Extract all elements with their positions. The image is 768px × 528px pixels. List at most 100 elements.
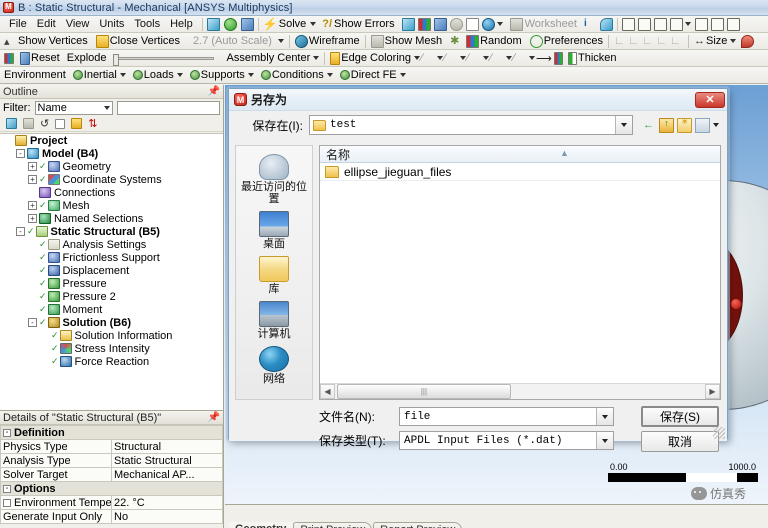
place-item-desktop[interactable]: 桌面 bbox=[236, 209, 312, 252]
details-value[interactable]: Structural bbox=[111, 439, 223, 454]
details-row[interactable]: Generate Input Only No bbox=[0, 509, 223, 524]
chart-globe-icon[interactable] bbox=[481, 17, 495, 31]
tree-item-static-structural-b5[interactable]: - ✓ Static Structural (B5) bbox=[0, 225, 223, 238]
details-group-collapse-icon[interactable]: - bbox=[3, 484, 11, 493]
chevron-down-icon-filetype[interactable] bbox=[596, 432, 613, 449]
preferences-label[interactable]: Preferences bbox=[544, 35, 603, 47]
edge-thin-4-icon[interactable]: ∕ bbox=[490, 52, 503, 65]
sort-icon[interactable]: ⇅ bbox=[88, 117, 97, 130]
up-folder-icon[interactable] bbox=[659, 117, 674, 133]
refresh-tree-icon[interactable] bbox=[6, 118, 17, 129]
random-label[interactable]: Random bbox=[480, 35, 522, 47]
outline-tree[interactable]: Project - Model (B4) + ✓ Geometry + ✓ Coordinate… bbox=[0, 133, 223, 410]
annotation-icon[interactable] bbox=[465, 17, 479, 31]
details-value[interactable]: Static Structural bbox=[111, 453, 223, 468]
assembly-icon[interactable] bbox=[4, 52, 14, 64]
filter-input[interactable] bbox=[116, 100, 220, 115]
filename-input[interactable]: file bbox=[399, 407, 614, 426]
connect-nodes-icon[interactable] bbox=[240, 17, 254, 31]
explode-slider[interactable] bbox=[112, 53, 214, 66]
collapse-all-icon[interactable] bbox=[71, 118, 83, 129]
details-row[interactable]: Analysis Type Static Structural bbox=[0, 453, 223, 468]
chevron-down-icon[interactable] bbox=[310, 22, 317, 26]
annotation-4-icon[interactable]: ∟ bbox=[656, 35, 669, 48]
close-icon[interactable]: ✕ bbox=[695, 91, 725, 108]
chevron-down-icon-assembly[interactable] bbox=[313, 56, 320, 60]
tree-item-analysis-settings[interactable]: ✓ Analysis Settings bbox=[0, 238, 223, 251]
dialog-places-bar[interactable]: 最近访问的位置 桌面库计算机 网络 bbox=[235, 145, 313, 400]
info-pointer-icon[interactable]: i bbox=[584, 18, 597, 31]
thicken-label[interactable]: Thicken bbox=[578, 52, 617, 64]
chart-icon[interactable] bbox=[417, 17, 431, 31]
tree-item-connections[interactable]: Connections bbox=[0, 186, 223, 199]
inertial-label[interactable]: Inertial bbox=[84, 69, 117, 81]
tree-item-geometry[interactable]: + ✓ Geometry bbox=[0, 160, 223, 173]
arrow-direction-icon[interactable]: ⟶ bbox=[536, 52, 552, 65]
solve-button[interactable]: Solve bbox=[276, 16, 320, 32]
edge-thin-2-icon[interactable]: ∕ bbox=[444, 52, 457, 65]
details-group-row[interactable]: - Definition bbox=[0, 425, 223, 440]
chevron-down-icon-e2[interactable] bbox=[460, 56, 466, 60]
place-item-recent-places[interactable]: 最近访问的位置 bbox=[236, 152, 312, 207]
tree-item-force-reaction[interactable]: ✓ Force Reaction bbox=[0, 355, 223, 368]
chevron-down-icon-loads[interactable] bbox=[176, 73, 183, 77]
details-row[interactable]: Physics Type Structural bbox=[0, 439, 223, 454]
check-ok-icon[interactable] bbox=[223, 17, 237, 31]
chevron-down-icon-inertial[interactable] bbox=[119, 73, 126, 77]
menu-units[interactable]: Units bbox=[94, 16, 129, 32]
chevron-down-icon-e4[interactable] bbox=[506, 56, 512, 60]
viewport-tab-geometry[interactable]: Geometry bbox=[229, 522, 293, 528]
chevron-down-icon-filename[interactable] bbox=[596, 408, 613, 425]
tree-expander[interactable]: + bbox=[28, 214, 37, 223]
select-body-icon[interactable] bbox=[669, 17, 683, 31]
select-face-icon[interactable] bbox=[653, 17, 667, 31]
details-value[interactable]: Mechanical AP... bbox=[111, 467, 223, 482]
filetype-select[interactable]: APDL Input Files (*.dat) bbox=[399, 431, 614, 450]
details-value[interactable]: 22. °C bbox=[111, 495, 223, 510]
menu-tools[interactable]: Tools bbox=[129, 16, 165, 32]
tree-item-pressure[interactable]: ✓ Pressure bbox=[0, 277, 223, 290]
details-checkbox[interactable] bbox=[3, 498, 11, 507]
conditions-label[interactable]: Conditions bbox=[272, 69, 324, 81]
chevron-down-icon-view[interactable] bbox=[713, 123, 719, 127]
chevron-down-icon-scale[interactable] bbox=[277, 39, 284, 43]
menu-file[interactable]: File bbox=[4, 16, 32, 32]
tree-expander[interactable]: - bbox=[16, 149, 25, 158]
direct-fe-label[interactable]: Direct FE bbox=[351, 69, 397, 81]
menu-help[interactable]: Help bbox=[165, 16, 198, 32]
cancel-button[interactable]: 取消 bbox=[641, 431, 719, 452]
pin-marker-icon[interactable] bbox=[741, 34, 755, 48]
tree-item-moment[interactable]: ✓ Moment bbox=[0, 303, 223, 316]
tree-item-solution-information[interactable]: ✓ Solution Information bbox=[0, 329, 223, 342]
chevron-down-icon-supports[interactable] bbox=[247, 73, 254, 77]
tree-expander[interactable]: + bbox=[28, 201, 37, 210]
file-list-header[interactable]: 名称 ▲ bbox=[320, 146, 720, 163]
show-mesh-label[interactable]: Show Mesh bbox=[385, 35, 442, 47]
annotation-3-icon[interactable]: ∟ bbox=[642, 35, 655, 48]
tree-item-solution-b6[interactable]: - ✓ Solution (B6) bbox=[0, 316, 223, 329]
new-folder-icon[interactable] bbox=[677, 116, 692, 133]
show-errors-button[interactable]: ?/ Show Errors bbox=[319, 16, 397, 32]
size-label[interactable]: Size bbox=[706, 35, 727, 47]
annotation-1-icon[interactable]: ∟ bbox=[614, 35, 627, 48]
file-list-hscrollbar[interactable]: ◀ ||| ▶ bbox=[320, 383, 720, 399]
details-group-row[interactable]: - Options bbox=[0, 481, 223, 496]
chevron-down-icon-filter[interactable] bbox=[103, 105, 110, 110]
wireframe-label[interactable]: Wireframe bbox=[309, 35, 360, 47]
tree-expander[interactable]: - bbox=[28, 318, 37, 327]
chevron-down-icon-conditions[interactable] bbox=[326, 73, 333, 77]
zoom-to-fit-icon[interactable] bbox=[694, 17, 708, 31]
tree-item-stress-intensity[interactable]: ✓ Stress Intensity bbox=[0, 342, 223, 355]
tree-expander[interactable]: - bbox=[16, 227, 25, 236]
chevron-down-icon-e3[interactable] bbox=[483, 56, 489, 60]
view-mode-icon[interactable] bbox=[695, 117, 710, 133]
expand-tree-icon[interactable]: ↺ bbox=[40, 117, 49, 130]
details-row[interactable]: Environment Temperature22. °C bbox=[0, 495, 223, 510]
details-group-collapse-icon[interactable]: - bbox=[3, 428, 11, 437]
chevron-down-icon-3[interactable] bbox=[684, 22, 691, 26]
reset-label[interactable]: Reset bbox=[31, 52, 60, 64]
viewport-tab-print-preview[interactable]: Print Preview bbox=[293, 522, 373, 528]
chevron-down-icon-e5[interactable] bbox=[529, 56, 535, 60]
save-in-combobox[interactable]: test bbox=[309, 115, 633, 135]
pin-icon[interactable]: 📌 bbox=[208, 86, 220, 97]
